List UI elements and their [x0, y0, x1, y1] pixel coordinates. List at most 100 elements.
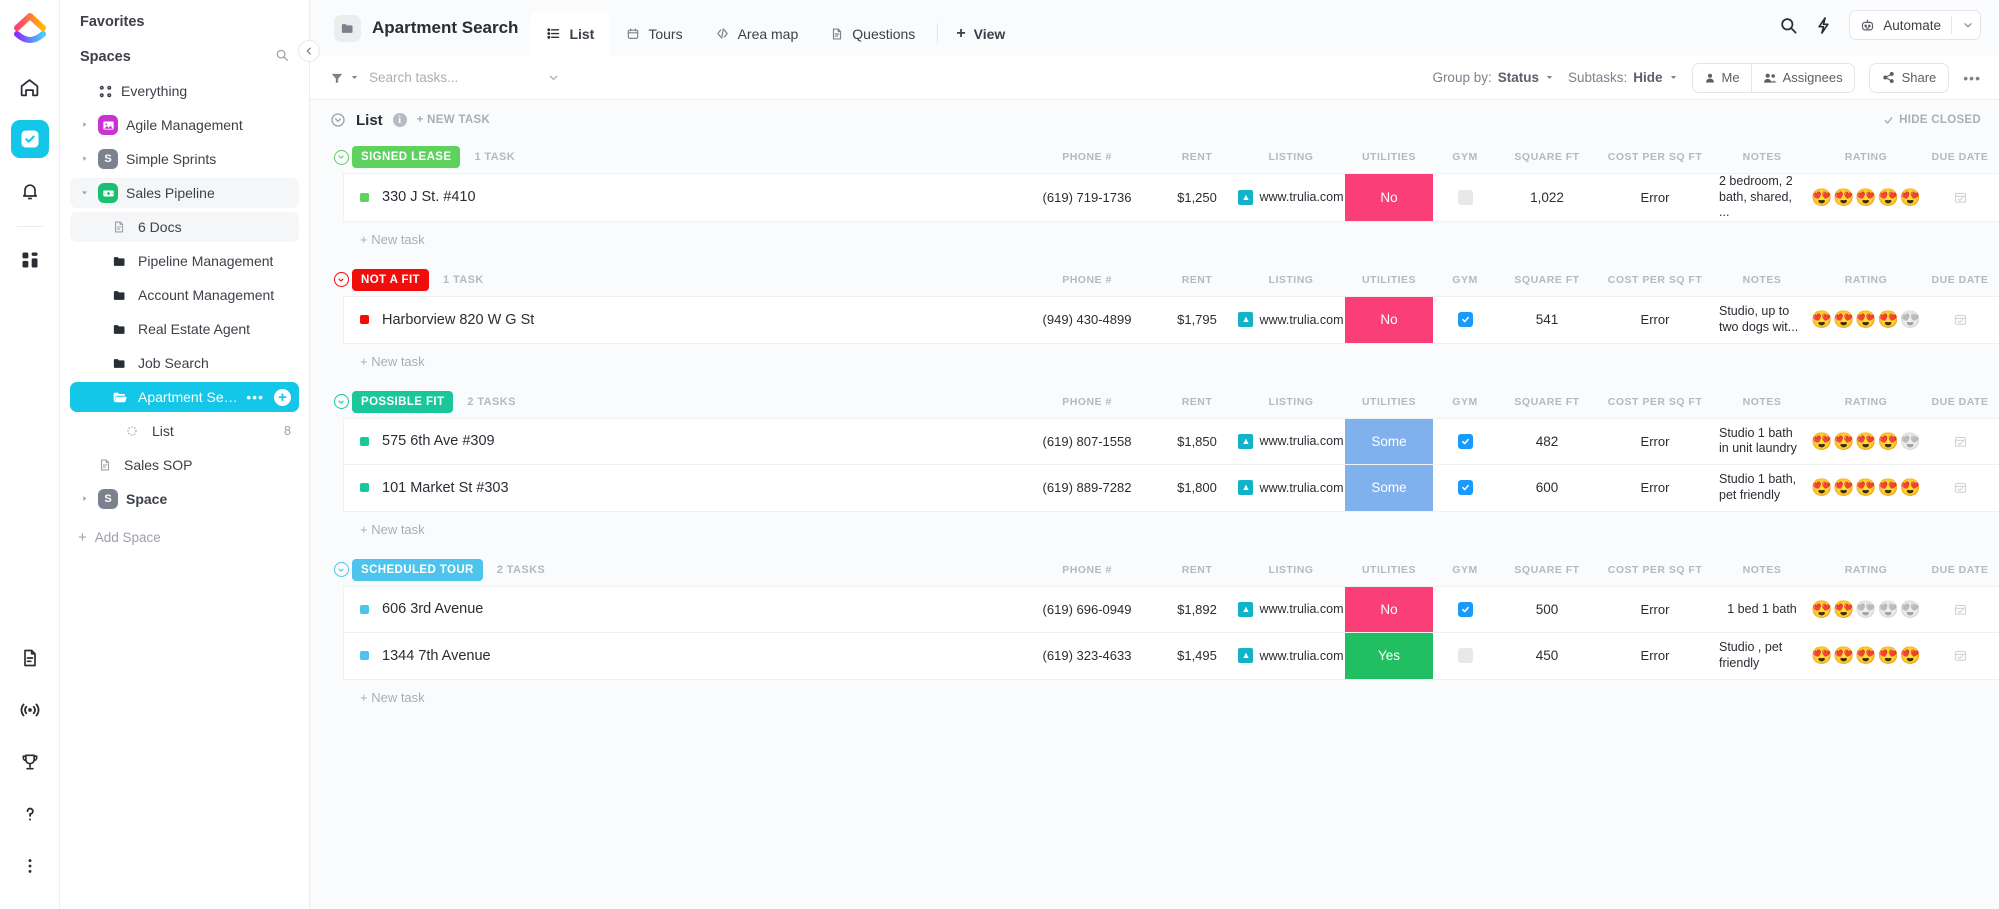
listing-url[interactable]: www.trulia.com [1259, 481, 1343, 495]
me-filter-button[interactable]: Me [1693, 64, 1751, 92]
rating-emoji[interactable]: 😍 [1900, 479, 1921, 496]
utilities-cell[interactable]: Some [1345, 418, 1433, 464]
square-ft-cell[interactable]: 600 [1497, 465, 1597, 511]
caret-right-icon[interactable] [78, 155, 90, 164]
cost-per-sqft-cell[interactable]: Error [1597, 633, 1713, 679]
rating-emoji[interactable]: 😍 [1811, 479, 1832, 496]
column-header-due[interactable]: DUE DATE [1921, 396, 1999, 408]
status-badge[interactable]: SCHEDULED TOUR [352, 558, 483, 581]
task-name-cell[interactable]: 330 J St. #410 [344, 174, 1017, 221]
rating-emoji[interactable]: 😍 [1878, 433, 1899, 450]
column-header-rating[interactable]: RATING [1811, 396, 1921, 408]
rating-emoji[interactable]: 😍 [1900, 433, 1921, 450]
column-header-phone[interactable]: PHONE # [1017, 151, 1157, 163]
sidebar-item-apartment-search[interactable]: Apartment Search ••• + [70, 382, 299, 412]
gym-checkbox-checked[interactable] [1457, 312, 1473, 328]
calendar-due-icon[interactable] [1953, 602, 1968, 617]
gym-cell[interactable] [1433, 465, 1497, 511]
rent-cell[interactable]: $1,495 [1157, 633, 1237, 679]
rating-emoji[interactable]: 😍 [1833, 433, 1854, 450]
column-header-rent[interactable]: RENT [1157, 274, 1237, 286]
calendar-due-icon[interactable] [1953, 434, 1968, 449]
rating-cell[interactable]: 😍 😍 😍 😍 😍 [1811, 297, 1921, 343]
calendar-due-icon[interactable] [1953, 190, 1968, 205]
help-question-icon[interactable] [11, 795, 49, 833]
rating-cell[interactable]: 😍 😍 😍 😍 😍 [1811, 419, 1921, 464]
square-ft-cell[interactable]: 1,022 [1497, 174, 1597, 221]
rating-emoji[interactable]: 😍 [1878, 479, 1899, 496]
task-status-dot[interactable] [360, 436, 369, 446]
gym-cell[interactable] [1433, 633, 1497, 679]
collapse-list-icon[interactable] [330, 112, 346, 128]
assignees-filter-button[interactable]: Assignees [1750, 63, 1854, 92]
column-header-due[interactable]: DUE DATE [1921, 564, 1999, 576]
listing-url[interactable]: www.trulia.com [1259, 313, 1343, 327]
rating-emoji[interactable]: 😍 [1855, 311, 1876, 328]
gym-checkbox-unchecked[interactable] [1457, 648, 1473, 664]
column-header-utilities[interactable]: UTILITIES [1345, 564, 1433, 576]
automate-button[interactable]: Automate [1849, 10, 1981, 40]
rating-emoji[interactable]: 😍 [1811, 311, 1832, 328]
search-icon[interactable] [1779, 16, 1798, 35]
column-header-cost_sqft[interactable]: COST PER SQ FT [1597, 274, 1713, 286]
notes-cell[interactable]: Studio , pet friendly [1713, 633, 1811, 679]
tab-list[interactable]: List [530, 11, 611, 56]
table-row[interactable]: 330 J St. #410 (619) 719-1736 $1,250 ▲ www.t… [344, 174, 1999, 221]
chevron-down-icon[interactable] [547, 71, 560, 84]
task-status-dot[interactable] [360, 483, 369, 493]
rating-emoji[interactable]: 😍 [1900, 647, 1921, 664]
rating-cell[interactable]: 😍 😍 😍 😍 😍 [1811, 465, 1921, 511]
utilities-cell[interactable]: Yes [1345, 632, 1433, 679]
listing-cell[interactable]: ▲ www.trulia.com [1237, 174, 1345, 221]
column-header-rating[interactable]: RATING [1811, 274, 1921, 286]
phone-cell[interactable]: (619) 323-4633 [1017, 633, 1157, 679]
status-badge[interactable]: NOT A FIT [352, 268, 429, 291]
new-task-link[interactable]: + New task [360, 690, 425, 705]
tab-tours[interactable]: Tours [610, 11, 698, 56]
due-date-cell[interactable] [1921, 587, 1999, 632]
status-badge[interactable]: SIGNED LEASE [352, 146, 461, 168]
rating-emoji[interactable]: 😍 [1833, 311, 1854, 328]
task-name-cell[interactable]: 1344 7th Avenue [344, 633, 1017, 679]
rent-cell[interactable]: $1,795 [1157, 297, 1237, 343]
table-row[interactable]: 1344 7th Avenue (619) 323-4633 $1,495 ▲ www.… [344, 632, 1999, 679]
rating-emoji[interactable]: 😍 [1900, 601, 1921, 618]
column-header-rent[interactable]: RENT [1157, 564, 1237, 576]
listing-cell[interactable]: ▲ www.trulia.com [1237, 465, 1345, 511]
rating-emoji[interactable]: 😍 [1855, 479, 1876, 496]
column-header-utilities[interactable]: UTILITIES [1345, 151, 1433, 163]
caret-right-icon[interactable] [78, 121, 90, 130]
task-name-cell[interactable]: 101 Market St #303 [344, 465, 1017, 511]
sidebar-item-pipeline-management[interactable]: Pipeline Management [70, 246, 299, 276]
search-input[interactable] [369, 70, 539, 85]
column-header-due[interactable]: DUE DATE [1921, 151, 1999, 163]
rating-emoji[interactable]: 😍 [1855, 189, 1876, 206]
subtasks-control[interactable]: Subtasks: Hide [1568, 70, 1678, 85]
utilities-cell[interactable]: No [1345, 586, 1433, 632]
sidebar-item-add-icon[interactable]: + [274, 388, 291, 406]
rating-emoji[interactable]: 😍 [1878, 647, 1899, 664]
listing-cell[interactable]: ▲ www.trulia.com [1237, 419, 1345, 464]
column-header-sqft[interactable]: SQUARE FT [1497, 396, 1597, 408]
notes-cell[interactable]: Studio 1 bath, pet friendly [1713, 465, 1811, 511]
rating-emoji[interactable]: 😍 [1900, 189, 1921, 206]
hide-closed-button[interactable]: HIDE CLOSED [1883, 114, 1981, 126]
rating-emoji[interactable]: 😍 [1878, 601, 1899, 618]
sidebar-item-simple-sprints[interactable]: S Simple Sprints [70, 144, 299, 174]
new-task-link[interactable]: + New task [360, 232, 425, 247]
phone-cell[interactable]: (619) 719-1736 [1017, 174, 1157, 221]
docs-icon[interactable] [11, 639, 49, 677]
status-badge[interactable]: POSSIBLE FIT [352, 390, 454, 413]
calendar-due-icon[interactable] [1953, 480, 1968, 495]
column-header-cost_sqft[interactable]: COST PER SQ FT [1597, 396, 1713, 408]
rent-cell[interactable]: $1,800 [1157, 465, 1237, 511]
utilities-cell[interactable]: No [1345, 296, 1433, 343]
calendar-due-icon[interactable] [1953, 648, 1968, 663]
gym-checkbox-checked[interactable] [1457, 480, 1473, 496]
task-name-cell[interactable]: Harborview 820 W G St [344, 297, 1017, 343]
column-header-phone[interactable]: PHONE # [1017, 274, 1157, 286]
sidebar-item-list[interactable]: List 8 [70, 416, 299, 446]
column-header-gym[interactable]: GYM [1433, 396, 1497, 408]
tasks-icon[interactable] [10, 120, 49, 158]
rating-emoji[interactable]: 😍 [1811, 647, 1832, 664]
